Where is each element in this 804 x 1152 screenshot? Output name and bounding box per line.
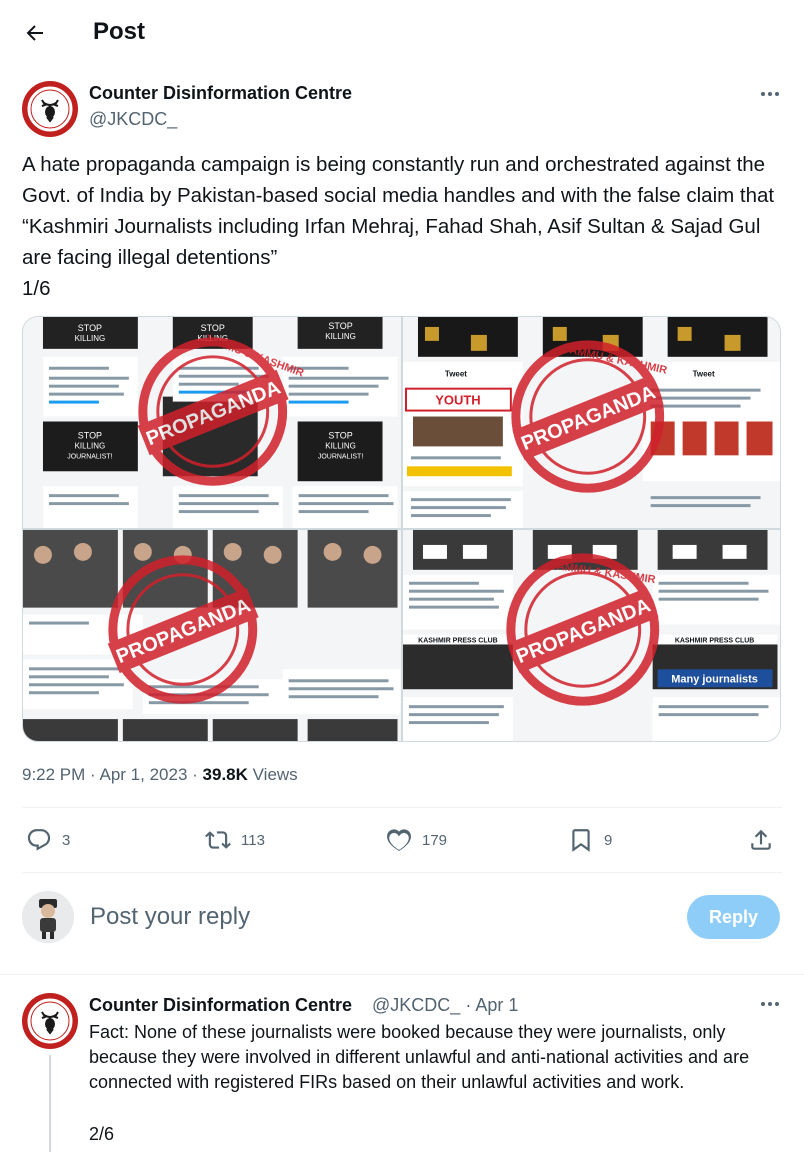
thread-author-name[interactable]: Counter Disinformation Centre — [89, 995, 352, 1016]
thread-author-avatar[interactable] — [22, 993, 78, 1049]
repost-count: 113 — [241, 831, 265, 849]
thread-counter: 2/6 — [89, 1124, 115, 1144]
arrow-left-icon — [26, 25, 43, 41]
thread-author-handle[interactable]: @JKCDC_ — [372, 995, 460, 1015]
youth-text: YOUTH — [435, 393, 480, 408]
jkcdc-logo-icon — [22, 993, 78, 1049]
author-name[interactable]: Counter Disinformation Centre — [89, 83, 352, 104]
shirt-text-stop: STOP — [328, 430, 352, 440]
post-actions: 3 113 179 9 — [22, 822, 782, 858]
reply-count: 3 — [62, 831, 71, 849]
divider — [22, 807, 782, 808]
press-club-text: KASHMIR PRESS CLUB — [674, 637, 754, 644]
views-count[interactable]: 39.8K — [203, 765, 248, 784]
shirt-text-stop: STOP — [201, 323, 225, 333]
bookmark-icon — [572, 829, 590, 852]
shirt-text-stop: STOP — [78, 430, 102, 440]
thread-connector-line — [49, 1055, 51, 1152]
heart-icon — [387, 829, 411, 851]
bookmark-count: 9 — [604, 831, 613, 849]
shirt-text-stop: STOP — [78, 323, 102, 333]
tweet-label: Tweet — [692, 370, 714, 379]
post-timestamp: 9:22 PM · Apr 1, 2023 · 39.8K Views — [22, 765, 298, 785]
back-button[interactable] — [20, 18, 50, 48]
share-icon — [751, 829, 771, 850]
reply-icon — [27, 829, 51, 851]
repost-icon — [205, 831, 231, 849]
collage-graphic: YOUTH Tweet Tweet PROPAGANDA JAMMU & KAS… — [402, 317, 780, 528]
bookmark-action[interactable]: 9 — [568, 822, 612, 858]
reply-action[interactable]: 3 — [26, 822, 70, 858]
current-user-avatar[interactable] — [22, 891, 74, 943]
shirt-text-killing: KILLING — [325, 441, 356, 450]
separator-dot: · — [465, 995, 472, 1015]
author-handle[interactable]: @JKCDC_ — [89, 109, 177, 130]
shirt-text-killing: KILLING — [75, 334, 106, 343]
like-count: 179 — [422, 831, 448, 849]
collage-graphic: STOP KILLING STOP KILLING STOP KILLING S… — [23, 317, 401, 528]
divider — [0, 974, 804, 975]
thread-reply-text: Fact: None of these journalists were boo… — [89, 1022, 750, 1092]
more-dot — [761, 92, 765, 96]
author-avatar[interactable] — [22, 81, 78, 137]
media-image-2[interactable]: YOUTH Tweet Tweet PROPAGANDA JAMMU & KAS… — [402, 317, 780, 528]
user-avatar-icon — [22, 891, 74, 943]
divider — [22, 872, 782, 873]
shirt-text-journalist: JOURNALIST! — [318, 453, 363, 460]
post-time[interactable]: 9:22 PM — [22, 765, 85, 784]
more-dot — [761, 1002, 765, 1006]
reply-input[interactable] — [90, 899, 650, 935]
views-label: Views — [252, 765, 298, 784]
shirt-text-killing: KILLING — [325, 332, 356, 341]
repost-action[interactable]: 113 — [205, 822, 265, 858]
share-action[interactable] — [748, 822, 774, 858]
like-action[interactable]: 179 — [386, 822, 447, 858]
post-date[interactable]: Apr 1, 2023 — [100, 765, 188, 784]
separator-dot: · — [90, 765, 100, 784]
post-media-grid[interactable]: STOP KILLING STOP KILLING STOP KILLING S… — [22, 316, 781, 742]
thread-more-options-button[interactable] — [758, 999, 782, 1009]
shirt-text-killing: KILLING — [75, 441, 106, 450]
more-dot — [768, 92, 772, 96]
collage-graphic: PROPAGANDA — [23, 530, 401, 741]
more-dot — [775, 1002, 779, 1006]
media-image-1[interactable]: STOP KILLING STOP KILLING STOP KILLING S… — [23, 317, 401, 528]
separator-dot: · — [192, 765, 203, 784]
more-options-button[interactable] — [758, 89, 782, 99]
shirt-text-stop: STOP — [328, 321, 352, 331]
many-journalists-text: Many journalists — [671, 673, 758, 685]
tweet-label: Tweet — [444, 370, 466, 379]
jkcdc-logo-icon — [22, 81, 78, 137]
thread-date[interactable]: Apr 1 — [475, 995, 518, 1015]
press-club-text: KASHMIR PRESS CLUB — [418, 637, 498, 644]
media-image-3[interactable]: PROPAGANDA — [23, 530, 401, 741]
media-image-4[interactable]: KASHMIR PRESS CLUB KASHMIR PRESS CLUB Ma… — [402, 530, 780, 741]
thread-meta: @JKCDC_ · Apr 1 — [372, 995, 518, 1016]
shirt-text-journalist: JOURNALIST! — [67, 453, 112, 460]
more-dot — [768, 1002, 772, 1006]
top-bar: Post — [0, 0, 804, 64]
page-title: Post — [93, 18, 146, 45]
reply-button[interactable]: Reply — [687, 895, 780, 939]
post-text: A hate propaganda campaign is being cons… — [22, 153, 775, 300]
more-dot — [775, 92, 779, 96]
collage-graphic: KASHMIR PRESS CLUB KASHMIR PRESS CLUB Ma… — [402, 530, 780, 741]
